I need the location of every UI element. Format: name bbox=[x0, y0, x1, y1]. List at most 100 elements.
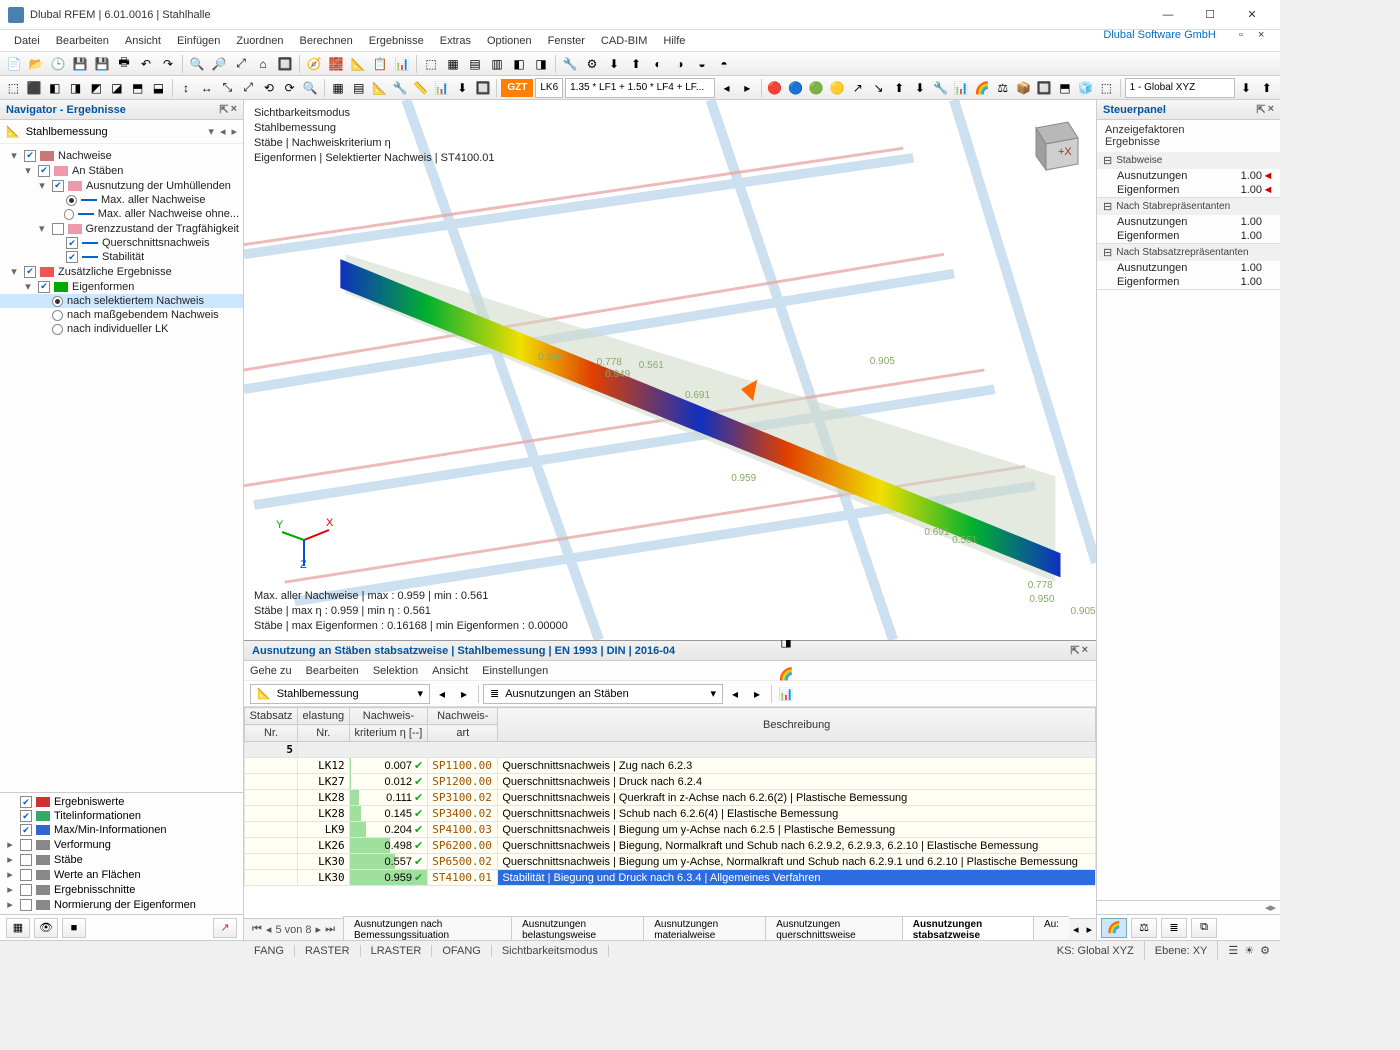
toolbar-button[interactable]: 💾 bbox=[70, 54, 90, 74]
toolbar-button[interactable]: ↷ bbox=[158, 54, 178, 74]
factor-row[interactable]: Eigenformen1.00 bbox=[1097, 275, 1280, 289]
status-toggle[interactable]: RASTER bbox=[295, 945, 361, 957]
col-beschreibung[interactable]: Beschreibung bbox=[498, 708, 1096, 742]
panel-pin-icon[interactable]: ⇱ bbox=[1070, 644, 1079, 657]
toolbar-button[interactable]: ◪ bbox=[108, 78, 127, 98]
prev-icon[interactable]: ◂ bbox=[725, 684, 745, 704]
results-tab[interactable]: Au: bbox=[1033, 916, 1069, 940]
load-combo-selector[interactable]: 1.35 * LF1 + 1.50 * LF4 + LF... bbox=[565, 78, 715, 98]
checkbox[interactable]: ✔ bbox=[20, 824, 32, 836]
factor-row[interactable]: Eigenformen1.00 bbox=[1097, 229, 1280, 243]
col-belastung[interactable]: elastung bbox=[297, 708, 349, 725]
toolbar-button[interactable]: ▤ bbox=[349, 78, 368, 98]
collapse-icon[interactable]: ⊟ bbox=[1103, 246, 1112, 259]
toolbar-button[interactable]: 🌈 bbox=[973, 78, 992, 98]
toolbar-button[interactable]: 🔧 bbox=[931, 78, 950, 98]
viewport-3d[interactable]: SichtbarkeitsmodusStahlbemessungStäbe | … bbox=[244, 100, 1096, 640]
toolbar-button[interactable]: ◧ bbox=[45, 78, 64, 98]
checkbox[interactable]: ✔ bbox=[66, 251, 78, 263]
tab-list[interactable]: ≣ bbox=[1161, 918, 1187, 938]
toolbar-button[interactable]: ⬇ bbox=[604, 54, 624, 74]
panel-pin-icon[interactable]: ⇱ bbox=[219, 103, 228, 116]
toolbar-button[interactable]: 🔧 bbox=[560, 54, 580, 74]
toolbar-button[interactable]: 🟡 bbox=[828, 78, 847, 98]
checkbox[interactable]: ✔ bbox=[20, 810, 32, 822]
close-button[interactable]: ✕ bbox=[1232, 3, 1272, 27]
table-row[interactable]: LK280.111✔SP3100.02Querschnittsnachweis … bbox=[245, 790, 1096, 806]
checkbox[interactable]: ✔ bbox=[20, 796, 32, 808]
toolbar-button[interactable]: 📄 bbox=[4, 54, 24, 74]
radio[interactable] bbox=[52, 310, 63, 321]
toolbar-button[interactable]: 🧭 bbox=[304, 54, 324, 74]
toolbar-button[interactable]: ▥ bbox=[487, 54, 507, 74]
prev-icon[interactable]: ◂ bbox=[432, 684, 452, 704]
checkbox[interactable]: ✔ bbox=[66, 237, 78, 249]
results-combo-design[interactable]: 📐 Stahlbemessung ▾ bbox=[250, 684, 430, 704]
table-row[interactable]: LK120.007✔SP1100.00Querschnittsnachweis … bbox=[245, 758, 1096, 774]
navigator-selector[interactable]: 📐 Stahlbemessung ▾ ◂ ▸ bbox=[0, 120, 243, 144]
checkbox[interactable] bbox=[20, 899, 32, 911]
col-art[interactable]: Nachweis- bbox=[428, 708, 498, 725]
group-header[interactable]: ⊟ Stabweise bbox=[1097, 152, 1280, 169]
toolbar-button[interactable]: ▦ bbox=[329, 78, 348, 98]
table-row[interactable]: LK90.204✔SP4100.03Querschnittsnachweis |… bbox=[245, 822, 1096, 838]
table-row[interactable]: LK280.145✔SP3400.02Querschnittsnachweis … bbox=[245, 806, 1096, 822]
option-row[interactable]: ▸Stäbe bbox=[0, 852, 243, 867]
prev-icon[interactable]: ◂ bbox=[266, 923, 272, 936]
status-toggle[interactable]: LRASTER bbox=[361, 945, 433, 957]
checkbox[interactable]: ✔ bbox=[52, 180, 64, 192]
menu-fenster[interactable]: Fenster bbox=[540, 33, 593, 49]
tree-item[interactable]: ▾✔Ausnutzung der Umhüllenden bbox=[0, 178, 243, 193]
option-row[interactable]: ▸Ergebnisschnitte bbox=[0, 882, 243, 897]
last-icon[interactable]: ⏭ bbox=[325, 923, 335, 936]
minimize-button[interactable]: — bbox=[1148, 3, 1188, 27]
checkbox[interactable]: ✔ bbox=[38, 165, 50, 177]
checkbox[interactable] bbox=[52, 223, 64, 235]
tree-item[interactable]: nach maßgebendem Nachweis bbox=[0, 308, 243, 322]
panel-close-icon[interactable]: × bbox=[1082, 644, 1088, 657]
checkbox[interactable] bbox=[20, 884, 32, 896]
tab-colorscale[interactable]: 🌈 bbox=[1101, 918, 1127, 938]
tree-item[interactable]: ▾✔Eigenformen bbox=[0, 279, 243, 294]
toolbar-button[interactable]: ↘ bbox=[869, 78, 888, 98]
col-belastung-nr[interactable]: Nr. bbox=[297, 725, 349, 742]
toolbar-button[interactable]: 🧊 bbox=[1076, 78, 1095, 98]
factor-value[interactable]: 1.00 bbox=[1228, 216, 1262, 228]
next-icon[interactable]: ▸ bbox=[316, 923, 322, 936]
toolbar-button[interactable]: ⬇ bbox=[453, 78, 472, 98]
toolbar-button[interactable]: ⬒ bbox=[1056, 78, 1075, 98]
menu-datei[interactable]: Datei bbox=[6, 33, 48, 49]
factor-value[interactable]: 1.00 bbox=[1228, 230, 1262, 242]
toolbar-button[interactable]: ⟳ bbox=[280, 78, 299, 98]
toolbar-button[interactable]: ⬓ bbox=[149, 78, 168, 98]
option-row[interactable]: ▸Werte an Flächen bbox=[0, 867, 243, 882]
menu-zuordnen[interactable]: Zuordnen bbox=[228, 33, 291, 49]
col-kriterium[interactable]: Nachweis- bbox=[349, 708, 428, 725]
toolbar-button[interactable]: ◓ bbox=[714, 54, 734, 74]
tree-item[interactable]: ▾✔Nachweise bbox=[0, 148, 243, 163]
radio[interactable] bbox=[52, 324, 63, 335]
col-stabsatz[interactable]: Stabsatz bbox=[245, 708, 298, 725]
status-toggle[interactable]: FANG bbox=[244, 945, 295, 957]
status-toggle[interactable]: OFANG bbox=[432, 945, 492, 957]
toolbar-button[interactable]: ↔ bbox=[197, 78, 216, 98]
status-toggle[interactable]: Sichtbarkeitsmodus bbox=[492, 945, 609, 957]
nav-prev-icon[interactable]: ◂ bbox=[220, 125, 226, 138]
toolbar-button[interactable]: 🔲 bbox=[275, 54, 295, 74]
results-tab[interactable]: Ausnutzungen materialweise bbox=[643, 916, 766, 940]
navigation-cube[interactable]: +X bbox=[1016, 110, 1086, 180]
toolbar-button[interactable]: ⬆ bbox=[1257, 78, 1276, 98]
next-icon[interactable]: ▸ bbox=[747, 684, 767, 704]
option-row[interactable]: ✔Ergebniswerte bbox=[0, 795, 243, 809]
prev-load-icon[interactable]: ◂ bbox=[717, 78, 736, 98]
tab-scales[interactable]: ⚖ bbox=[1131, 918, 1157, 938]
tree-item[interactable]: Max. aller Nachweise ohne... bbox=[0, 207, 243, 221]
toolbar-button[interactable]: 🧱 bbox=[326, 54, 346, 74]
table-menu-selektion[interactable]: Selektion bbox=[373, 665, 418, 677]
toolbar-button[interactable]: ⬚ bbox=[1097, 78, 1116, 98]
toolbar-button[interactable]: ⤡ bbox=[218, 78, 237, 98]
toolbar-button[interactable]: ↶ bbox=[136, 54, 156, 74]
toolbar-button[interactable]: ◐ bbox=[648, 54, 668, 74]
toolbar-button[interactable]: ⬚ bbox=[421, 54, 441, 74]
toolbar-button[interactable]: 🔍 bbox=[301, 78, 320, 98]
